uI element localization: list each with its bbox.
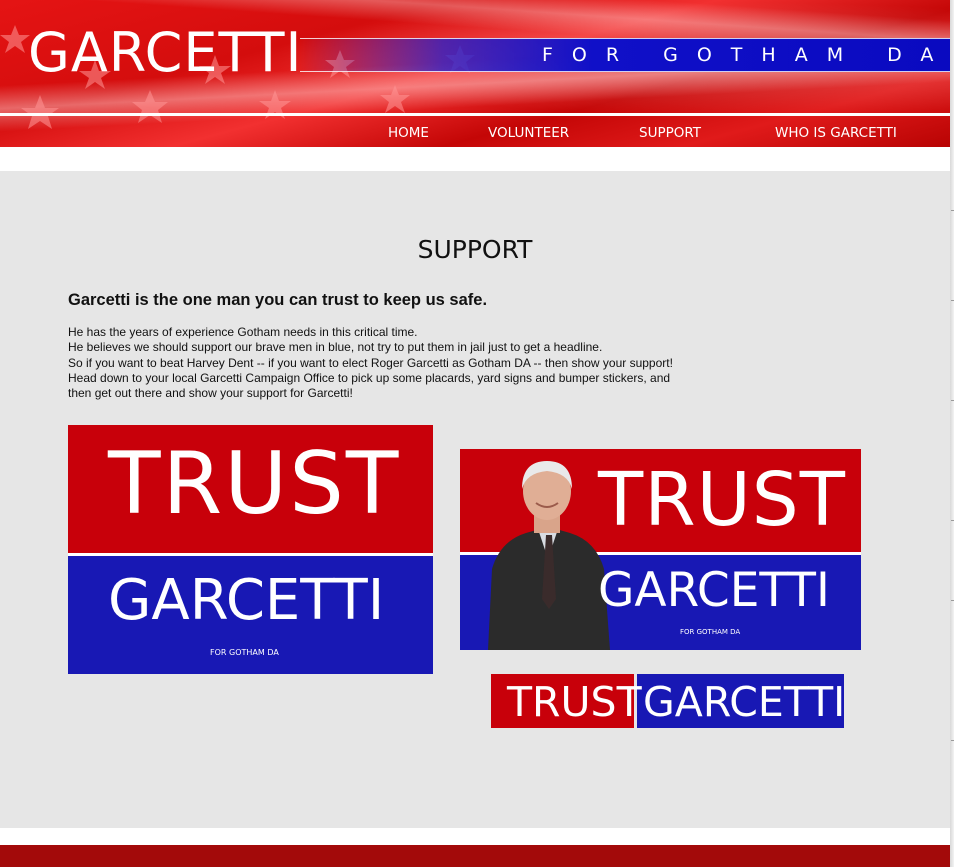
body-line: Head down to your local Garcetti Campaig… <box>68 370 671 385</box>
yard-sign-small-text: FOR GOTHAM DA <box>680 628 741 636</box>
yard-sign-garcetti-text: GARCETTI <box>598 563 830 618</box>
nav-who-is-garcetti[interactable]: WHO IS GARCETTI <box>775 124 897 142</box>
site-header: GARCETTI FOR GOTHAM DA HOME VOLUNTEER SU… <box>0 0 950 147</box>
placard-garcetti-text: GARCETTI <box>108 568 385 633</box>
footer-bar <box>0 845 950 867</box>
body-line: So if you want to beat Harvey Dent -- if… <box>68 355 673 370</box>
trust-garcetti-bumper-sticker: TRUST GARCETTI <box>491 674 844 728</box>
site-slogan: FOR GOTHAM DA <box>542 44 950 66</box>
trust-garcetti-yard-sign: TRUST GARCETTI FOR GOTHAM DA <box>460 449 861 650</box>
site-logo[interactable]: GARCETTI <box>28 20 302 86</box>
placard-trust-text: TRUST <box>108 434 401 534</box>
sticker-trust-text: TRUST <box>507 678 642 726</box>
header-divider <box>0 113 950 116</box>
placard-small-text: FOR GOTHAM DA <box>210 648 279 657</box>
trust-garcetti-placard: TRUST GARCETTI FOR GOTHAM DA <box>68 425 433 674</box>
body-line: then get out there and show your support… <box>68 386 353 401</box>
scrollbar[interactable] <box>950 0 954 867</box>
nav-support[interactable]: SUPPORT <box>639 124 701 142</box>
page-title: SUPPORT <box>417 235 533 264</box>
support-headline: Garcetti is the one man you can trust to… <box>68 291 488 309</box>
body-line: He believes we should support our brave … <box>68 340 603 355</box>
main-nav: HOME VOLUNTEER SUPPORT WHO IS GARCETTI <box>0 118 950 147</box>
nav-home[interactable]: HOME <box>388 124 429 142</box>
nav-volunteer[interactable]: VOLUNTEER <box>488 124 569 142</box>
support-body: He has the years of experience Gotham ne… <box>68 325 728 401</box>
sticker-garcetti-text: GARCETTI <box>643 678 844 726</box>
body-line: He has the years of experience Gotham ne… <box>68 325 418 339</box>
yard-sign-trust-text: TRUST <box>598 457 846 543</box>
